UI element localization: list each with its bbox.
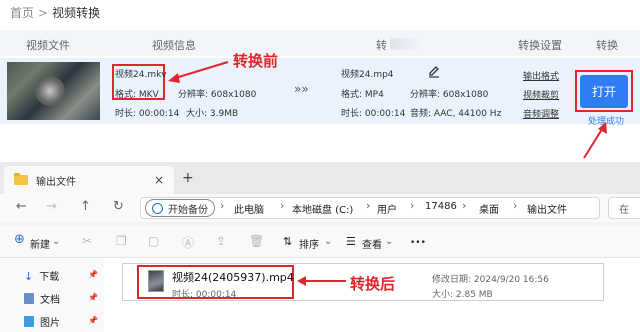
annotation-after: 转换后 <box>350 275 396 293</box>
after-arrow <box>297 276 346 286</box>
